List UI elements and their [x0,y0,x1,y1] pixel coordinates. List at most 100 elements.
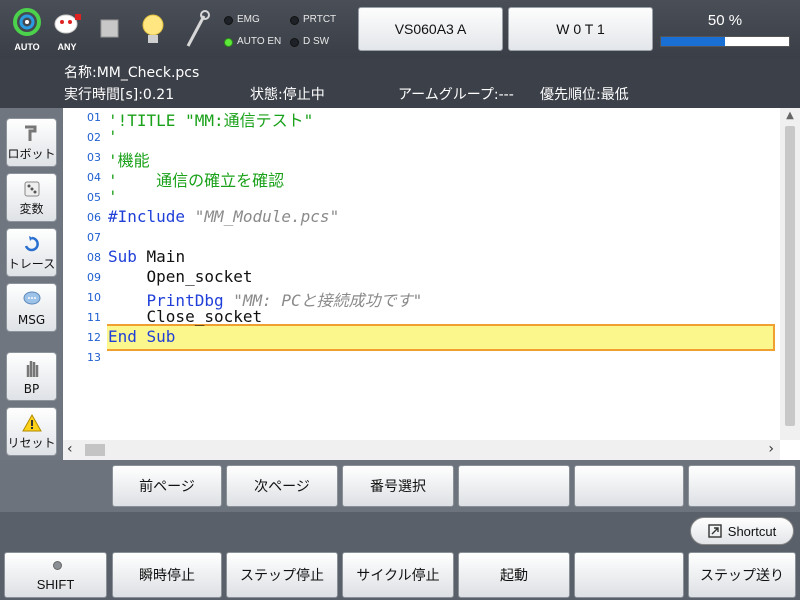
code-line-05[interactable]: ' [108,187,118,206]
line-number: 12 [87,331,101,344]
arm-group: アームグループ:--- [398,87,514,103]
trace-button-label: トレース [7,257,56,271]
code-line-01[interactable]: '!TITLE "MM:通信テスト" [108,107,313,131]
auto-en-label: AUTO EN [237,36,282,47]
any-mode-label: ANY [57,42,77,52]
step-forward-button[interactable]: ステップ送り [688,552,796,598]
program-info-bar: 名称:MM_Check.pcs 実行時間[s]:0.21 状態:停止中 アームグ… [0,58,800,108]
line-number: 06 [87,211,101,224]
trace-button[interactable]: トレース [6,228,57,277]
code-line-02[interactable]: ' [108,127,118,146]
shift-button[interactable]: SHIFT [4,552,107,598]
horizontal-scrollbar[interactable]: ‹ › [63,440,780,460]
shortcut-arrow-icon [708,524,722,538]
code-line-09[interactable]: Open_socket [108,267,253,286]
program-name: 名称:MM_Check.pcs [64,65,200,81]
cycle-stop-button[interactable]: サイクル停止 [342,552,454,598]
scroll-right-icon[interactable]: › [768,441,774,457]
lamp-button[interactable] [128,4,178,54]
speed-bar-fill [661,37,725,46]
trace-icon [24,236,39,252]
execution-time: 実行時間[s]:0.21 [64,87,175,103]
start-button[interactable]: 起動 [458,552,570,598]
scroll-left-icon[interactable]: ‹ [67,441,73,457]
code-line-06[interactable]: #Include "MM_Module.pcs" [108,207,339,226]
variable-button-label: 変数 [19,202,44,216]
emg-label: EMG [237,14,260,25]
code-text: Main [136,247,186,266]
line-number: 11 [87,311,101,324]
dsw-label: D SW [303,36,330,47]
shift-led [53,561,62,570]
speed-override[interactable]: 50 % [660,12,790,48]
msg-button-label: MSG [17,313,46,327]
reset-button[interactable]: リセット [6,407,57,456]
speed-bar [660,36,790,47]
line-number: 01 [87,111,101,124]
left-side-panel: ロボット 変数 トレース MSG BP リセット [0,108,62,460]
light-bulb-icon [142,14,164,43]
function-button-4[interactable] [458,465,570,507]
any-mode-icon [54,14,81,34]
prtct-label: PRTCT [303,14,337,25]
scroll-up-icon[interactable]: ▲ [780,110,800,121]
auto-en-led [224,38,233,47]
breakpoint-button[interactable]: BP [6,352,57,401]
bottom-button-row: SHIFT 瞬時停止 ステップ停止 サイクル停止 起動 ステップ送り [0,550,800,600]
shortcut-button[interactable]: Shortcut [690,517,794,545]
robot-model-button[interactable]: VS060A3 A [358,7,503,51]
step-stop-button[interactable]: ステップ停止 [226,552,338,598]
comment-text: '!TITLE [108,111,186,130]
vertical-scrollbar[interactable]: ▲ [780,108,800,440]
priority: 優先順位:最低 [540,87,629,103]
robot-button[interactable]: ロボット [6,118,57,167]
emg-led [224,16,233,25]
program-status: 状態:停止中 [250,87,325,103]
prev-page-button[interactable]: 前ページ [112,465,222,507]
line-number-gutter: 01 02 03 04 05 06 07 08 09 10 11 12 13 [63,108,107,440]
horizontal-scroll-thumb[interactable] [85,444,105,456]
any-mode-button[interactable]: ANY [42,4,92,54]
keyword: #Include [108,207,195,226]
variable-button[interactable]: 変数 [6,173,57,222]
tool-button[interactable] [172,4,222,54]
hand-stop-icon [26,361,39,377]
code-line-08[interactable]: Sub Main [108,247,185,266]
blank-button[interactable] [574,552,684,598]
vertical-scroll-thumb[interactable] [785,126,795,426]
line-number-select-button[interactable]: 番号選択 [342,465,454,507]
speed-value: 50 % [707,12,743,29]
dsw-led [290,38,299,47]
top-status-bar: AUTO ANY EMG PRTCT AUTO EN D SW VS060A3 … [0,0,800,58]
reset-button-label: リセット [7,436,56,450]
line-number: 04 [87,171,101,184]
line-number: 09 [87,271,101,284]
code-editor[interactable]: 01 02 03 04 05 06 07 08 09 10 11 12 13 '… [63,108,800,460]
instant-stop-button[interactable]: 瞬時停止 [112,552,222,598]
next-page-button[interactable]: 次ページ [226,465,338,507]
prtct-led [290,16,299,25]
line-number: 07 [87,231,101,244]
tool-select-button[interactable]: W 0 T 1 [508,7,653,51]
shift-label: SHIFT [36,577,75,592]
warning-icon [22,413,42,432]
robot-button-label: ロボット [7,147,56,161]
line-number: 13 [87,351,101,364]
line-number: 10 [87,291,101,304]
string-literal: "MM:通信テスト" [185,111,314,130]
code-line-12[interactable]: End Sub [108,327,175,346]
line-number: 03 [87,151,101,164]
wrench-icon [186,10,210,47]
dice-icon [24,181,40,197]
code-line-11[interactable]: Close_socket [108,307,263,326]
breakpoint-button-label: BP [23,382,40,396]
function-button-6[interactable] [688,465,796,507]
code-line-04[interactable]: ' 通信の確立を確認 [108,167,284,191]
line-number: 08 [87,251,101,264]
shortcut-label: Shortcut [727,523,777,539]
msg-button[interactable]: MSG [6,283,57,332]
function-button-5[interactable] [574,465,684,507]
line-number: 02 [87,131,101,144]
string-literal: "MM_Module.pcs" [194,207,340,226]
line-number: 05 [87,191,101,204]
